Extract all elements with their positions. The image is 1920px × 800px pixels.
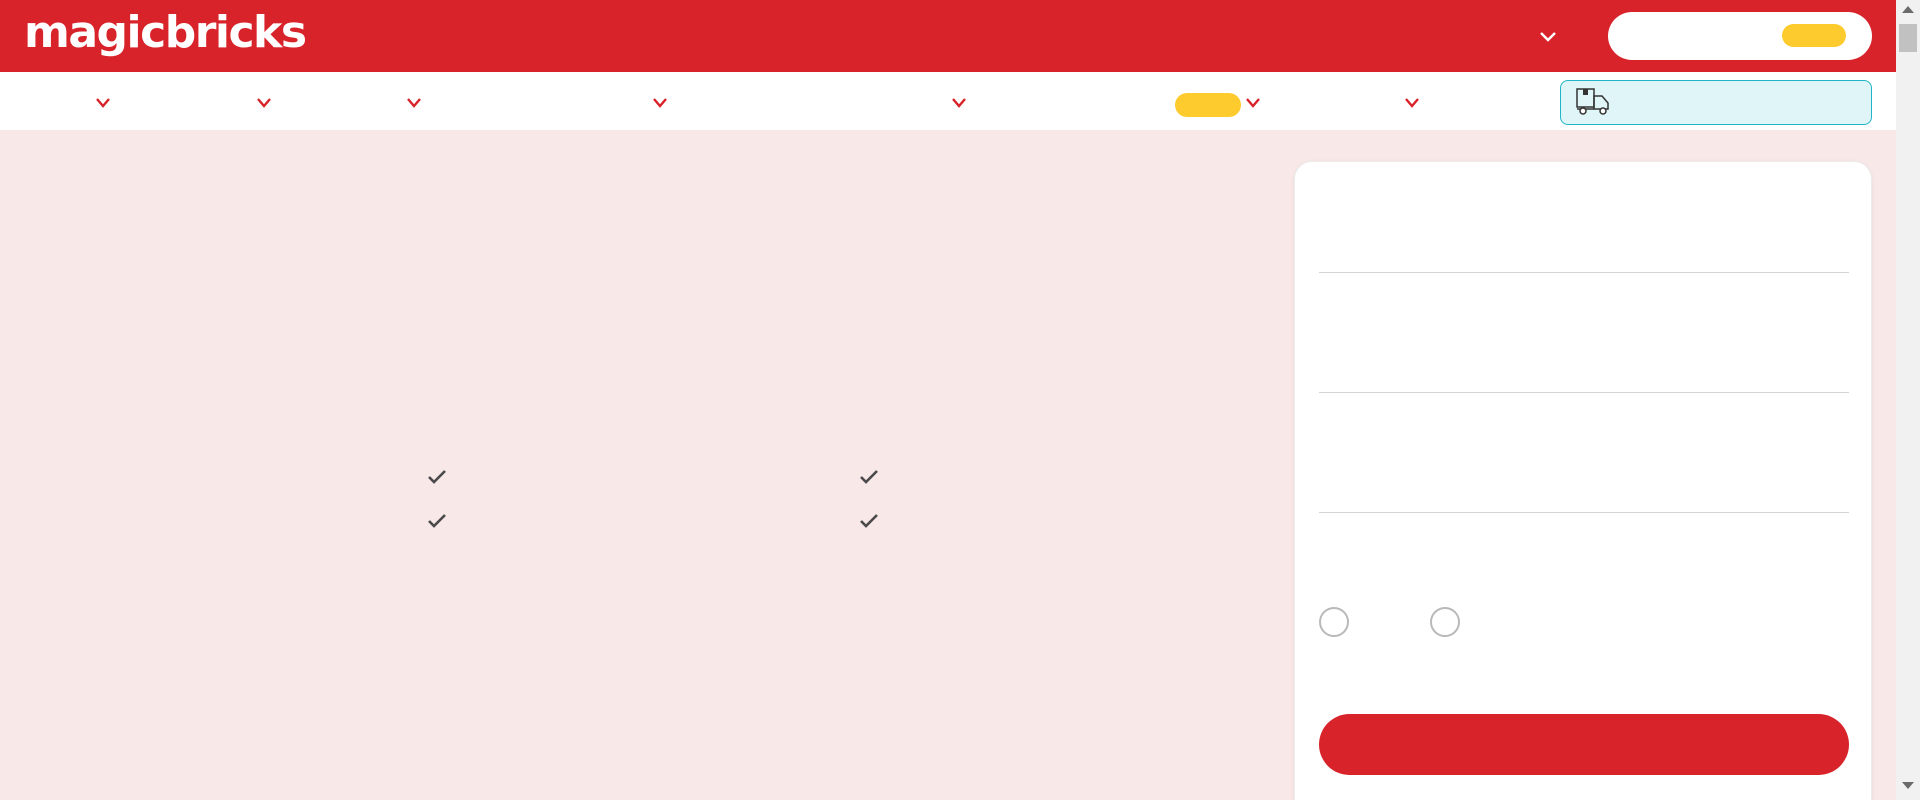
email-field[interactable] [1319,343,1849,393]
nav-item-4-chevron-down-icon[interactable] [651,96,669,110]
scroll-down-arrow-icon[interactable] [1902,782,1914,789]
name-field[interactable] [1319,223,1849,273]
main-nav [0,72,1896,130]
nav-item-7-chevron-down-icon[interactable] [1403,96,1421,110]
name-input[interactable] [1319,223,1849,272]
submit-button[interactable] [1319,714,1849,775]
magicbricks-logo[interactable]: magicbricks [24,10,307,56]
radio-option-1[interactable] [1319,607,1349,637]
checkmark-icon [860,514,878,528]
scrollbar-thumb[interactable] [1899,24,1917,52]
nav-item-1-chevron-down-icon[interactable] [94,96,112,110]
checkmark-icon [428,470,446,484]
site-header: magicbricks [0,0,1896,72]
email-input[interactable] [1319,343,1849,392]
contact-form-card [1294,161,1872,800]
packers-movers-cta[interactable] [1560,80,1872,125]
checkmark-icon [860,470,878,484]
nav-item-6-chevron-down-icon[interactable] [1244,96,1262,110]
phone-field[interactable] [1319,463,1849,513]
checkmark-icon [428,514,446,528]
header-pill-badge[interactable] [1782,24,1846,47]
nav-new-badge [1175,93,1241,117]
login-pill-button[interactable] [1608,12,1872,60]
scroll-up-arrow-icon[interactable] [1902,6,1914,13]
chevron-down-icon[interactable] [1538,28,1558,46]
nav-item-3-chevron-down-icon[interactable] [405,96,423,110]
delivery-truck-icon [1576,88,1609,115]
page-scrollbar[interactable] [1896,0,1920,800]
nav-item-5-chevron-down-icon[interactable] [950,96,968,110]
radio-option-2[interactable] [1430,607,1460,637]
nav-item-2-chevron-down-icon[interactable] [255,96,273,110]
phone-input[interactable] [1319,463,1849,512]
